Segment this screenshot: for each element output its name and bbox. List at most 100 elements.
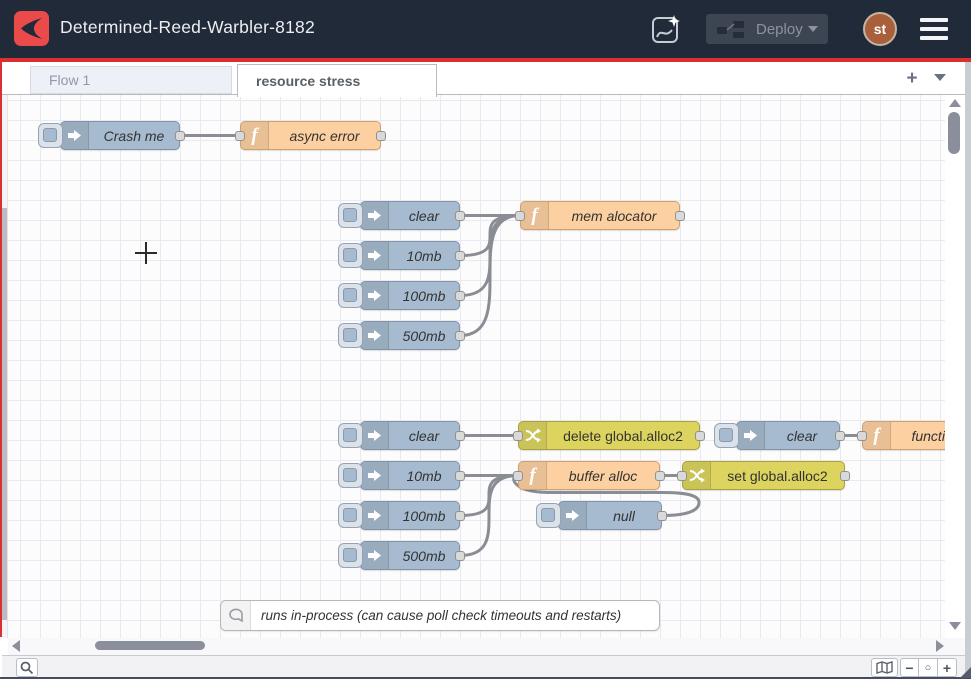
inject-node-c-500mb[interactable]: 500mb [360, 541, 460, 570]
output-port[interactable] [455, 211, 465, 221]
inject-button[interactable] [338, 463, 363, 488]
inject-button[interactable] [338, 503, 363, 528]
node-icon-box [361, 202, 389, 229]
node-label: buffer alloc [547, 462, 659, 489]
right-sidebar-strip [965, 62, 971, 679]
zoom-reset-button[interactable]: ○ [919, 658, 938, 677]
inject-node-r-clear[interactable]: clear [736, 421, 840, 450]
output-port[interactable] [455, 431, 465, 441]
output-port[interactable] [455, 471, 465, 481]
palette-rail-thumb[interactable] [2, 208, 7, 620]
crosshair-cursor [135, 252, 157, 254]
input-port[interactable] [513, 431, 523, 441]
node-label: clear [389, 202, 459, 229]
instance-title: Determined-Reed-Warbler-8182 [60, 17, 315, 38]
inject-button[interactable] [714, 423, 739, 448]
input-port[interactable] [513, 471, 523, 481]
zoom-in-button[interactable]: + [938, 658, 957, 677]
function-node-async-error[interactable]: fasync error [240, 121, 381, 150]
input-port[interactable] [235, 131, 245, 141]
change-node-set-global[interactable]: set global.alloc2 [682, 461, 845, 490]
inject-button[interactable] [338, 543, 363, 568]
resize-grip[interactable] [960, 667, 971, 678]
tab-flow-1[interactable]: Flow 1 [30, 66, 232, 94]
scroll-down-icon[interactable] [949, 622, 961, 630]
flowfuse-logo-icon[interactable] [14, 11, 49, 46]
deploy-button[interactable]: Deploy [706, 14, 828, 44]
output-port[interactable] [835, 431, 845, 441]
output-port[interactable] [175, 131, 185, 141]
change-node-delete-global[interactable]: delete global.alloc2 [518, 421, 700, 450]
inject-node-b-clear[interactable]: clear [360, 201, 460, 230]
inject-node-b-500mb[interactable]: 500mb [360, 321, 460, 350]
ai-assistant-icon[interactable] [650, 13, 683, 46]
inject-arrow-icon [366, 467, 384, 484]
node-label: function [891, 422, 945, 449]
inject-button[interactable] [536, 503, 561, 528]
node-label: clear [765, 422, 839, 449]
flow-canvas[interactable]: Crash me fasync error clear 10mb 100mb 500mb f… [8, 95, 945, 638]
input-port[interactable] [857, 431, 867, 441]
tab-resource-stress[interactable]: resource stress [237, 64, 437, 97]
add-flow-button[interactable]: + [900, 68, 924, 90]
inject-button[interactable] [338, 423, 363, 448]
inject-node-b-100mb[interactable]: 100mb [360, 281, 460, 310]
deploy-label: Deploy [756, 21, 803, 38]
inject-node-c-10mb[interactable]: 10mb [360, 461, 460, 490]
horizontal-scroll-thumb[interactable] [95, 641, 205, 650]
inject-arrow-icon [742, 427, 760, 444]
output-port[interactable] [840, 471, 850, 481]
output-port[interactable] [655, 471, 665, 481]
change-shuffle-icon [688, 467, 706, 484]
node-icon-box [61, 122, 89, 149]
output-port[interactable] [675, 211, 685, 221]
main-menu-icon[interactable] [920, 17, 948, 41]
function-node-function[interactable]: ffunction [862, 421, 945, 450]
inject-arrow-icon [366, 427, 384, 444]
output-port[interactable] [695, 431, 705, 441]
function-node-buffer-alloc[interactable]: fbuffer alloc [518, 461, 660, 490]
inject-button[interactable] [338, 283, 363, 308]
inject-button[interactable] [38, 123, 63, 148]
user-avatar[interactable]: st [863, 12, 897, 46]
node-icon-box [361, 462, 389, 489]
scroll-right-icon[interactable] [936, 640, 944, 652]
inject-node-c-100mb[interactable]: 100mb [360, 501, 460, 530]
flow-list-caret-icon[interactable] [934, 74, 946, 81]
inject-button[interactable] [338, 203, 363, 228]
inject-node-c-clear[interactable]: clear [360, 421, 460, 450]
deploy-options-caret-icon[interactable] [808, 26, 818, 32]
output-port[interactable] [455, 291, 465, 301]
scroll-left-icon[interactable] [12, 640, 20, 652]
inject-button[interactable] [338, 323, 363, 348]
horizontal-scrollbar[interactable] [8, 638, 965, 655]
output-port[interactable] [376, 131, 386, 141]
node-label: clear [389, 422, 459, 449]
zoom-out-button[interactable]: − [900, 658, 919, 677]
vertical-scrollbar[interactable] [945, 95, 965, 638]
search-button[interactable] [16, 658, 38, 677]
inject-button[interactable] [338, 243, 363, 268]
input-port[interactable] [677, 471, 687, 481]
output-port[interactable] [455, 511, 465, 521]
inject-node-b-10mb[interactable]: 10mb [360, 241, 460, 270]
zoom-reset-glyph: ○ [925, 662, 932, 674]
node-icon-box [683, 462, 711, 489]
inject-node-crash-me[interactable]: Crash me [60, 121, 180, 150]
output-port[interactable] [455, 551, 465, 561]
output-port[interactable] [657, 511, 667, 521]
navigator-button[interactable] [871, 658, 898, 677]
vertical-scroll-thumb[interactable] [948, 112, 960, 154]
inject-node-null-inject[interactable]: null [558, 501, 662, 530]
comment-node[interactable]: runs in-process (can cause poll check ti… [220, 600, 660, 631]
function-node-mem-alocator[interactable]: fmem alocator [520, 201, 680, 230]
inject-arrow-icon [366, 327, 384, 344]
node-icon-box [737, 422, 765, 449]
output-port[interactable] [455, 331, 465, 341]
node-label: 10mb [389, 462, 459, 489]
search-icon [20, 661, 34, 675]
scroll-up-icon[interactable] [949, 99, 961, 107]
output-port[interactable] [455, 251, 465, 261]
input-port[interactable] [515, 211, 525, 221]
node-label: set global.alloc2 [711, 462, 844, 489]
